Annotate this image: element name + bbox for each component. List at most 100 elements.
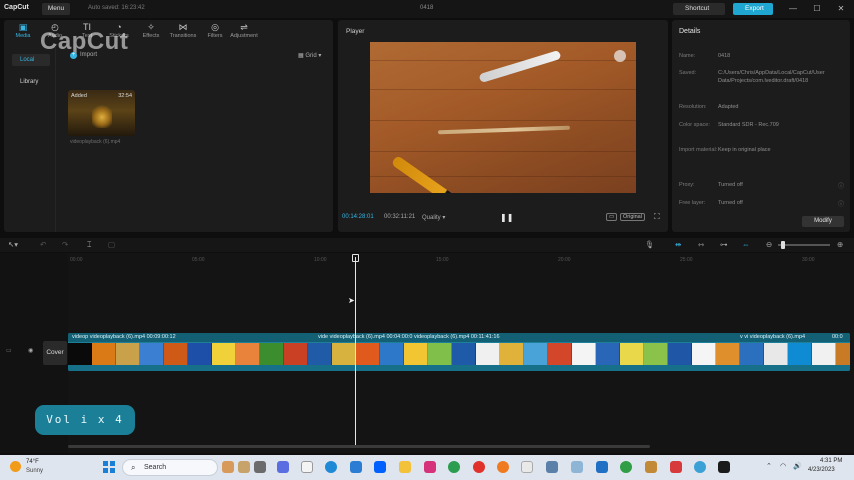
clip-label: videop videoplayback (6).mp4 00:09:00:12 (72, 334, 176, 340)
grid-view-select[interactable]: ▦ Grid ▾ (298, 52, 321, 59)
app-icon[interactable] (301, 461, 313, 473)
preview-axis-icon[interactable]: ⇔ (742, 240, 750, 249)
detail-label-free-layer: Free layer: (679, 200, 706, 206)
clock-date[interactable]: 4/23/2023 (808, 467, 835, 473)
tab-adjustment[interactable]: ⇌ Adjustment (226, 22, 262, 42)
network-icon[interactable]: ◠ (780, 462, 786, 470)
clock-time[interactable]: 4:31 PM (820, 458, 842, 464)
shortcut-button[interactable]: Shortcut (673, 3, 725, 15)
chrome-icon[interactable] (620, 461, 632, 473)
dropbox-icon[interactable] (374, 461, 386, 473)
tab-media[interactable]: ▣ Media (8, 22, 38, 42)
zoom-slider[interactable] (778, 244, 830, 246)
clip-label: 00:0 (832, 334, 843, 340)
search-icon: ⌕ (131, 463, 136, 472)
media-duration: 32:54 (118, 93, 132, 99)
sun-icon (10, 461, 21, 472)
fullscreen-icon[interactable]: ⛶ (654, 212, 660, 222)
sidebar-item-library[interactable]: Library (12, 76, 50, 88)
teams-icon[interactable] (277, 461, 289, 473)
playhead[interactable] (355, 257, 356, 445)
weather-condition: Sunny (26, 468, 44, 474)
detail-value-proxy: Turned off (718, 182, 743, 188)
transitions-icon: ⋈ (178, 22, 188, 32)
task-view-icon[interactable] (254, 461, 266, 473)
app-icon[interactable] (473, 461, 485, 473)
zoom-out-icon[interactable]: ⊖ (766, 240, 772, 249)
info-icon[interactable]: ⓘ (838, 181, 844, 190)
app-icon[interactable] (670, 461, 682, 473)
info-icon[interactable]: ⓘ (838, 199, 844, 208)
outlook-icon[interactable] (350, 461, 362, 473)
clip-frame-thumbnail (404, 343, 428, 365)
import-button[interactable]: + Import (70, 52, 97, 59)
original-ratio-button[interactable]: Original (620, 213, 645, 221)
menu-button[interactable]: Menu (42, 3, 70, 15)
media-thumbnail[interactable]: Added 32:54 (68, 90, 135, 136)
detail-value-saved: C:/Users/Chris/AppData/Local/CapCut/User… (718, 70, 825, 84)
settings-icon[interactable] (546, 461, 558, 473)
edge-icon[interactable] (325, 461, 337, 473)
file-explorer-icon[interactable] (399, 461, 411, 473)
link-main-track-icon[interactable]: ⇹ (675, 240, 681, 249)
linkage-icon[interactable]: ⊶ (720, 240, 728, 249)
orange-pen (390, 154, 488, 193)
video-clip[interactable]: videop videoplayback (6).mp4 00:09:00:12… (68, 333, 850, 371)
volume-icon[interactable]: 🔊 (793, 462, 802, 470)
modify-button[interactable]: Modify (802, 216, 844, 227)
pencil (437, 125, 571, 135)
zoom-in-icon[interactable]: ⊕ (837, 240, 843, 249)
plus-icon: + (70, 52, 77, 59)
zoom-slider-handle[interactable] (781, 241, 785, 249)
tab-effects[interactable]: ✧ Effects (136, 22, 166, 42)
thumbnail-image (92, 104, 112, 128)
taskbar-search[interactable]: ⌕ Search (122, 459, 218, 476)
ratio-button[interactable]: ▭ (606, 213, 618, 221)
clip-frame-thumbnail (380, 343, 404, 365)
app-icon[interactable] (448, 461, 460, 473)
split-icon[interactable]: ⌶ (87, 240, 92, 250)
app-icon[interactable] (571, 461, 583, 473)
minimize-button[interactable]: — (786, 3, 800, 15)
sidebar-item-local[interactable]: Local (12, 54, 50, 66)
track-lock-icon[interactable]: ▭ (6, 347, 12, 354)
app-icon[interactable] (521, 461, 533, 473)
undo-icon[interactable]: ↶ (40, 240, 46, 249)
tab-transitions[interactable]: ⋈ Transitions (168, 22, 198, 42)
app-icon[interactable] (596, 461, 608, 473)
tab-label: Media (15, 33, 31, 39)
capcut-icon[interactable] (718, 461, 730, 473)
maximize-button[interactable]: ☐ (810, 3, 824, 15)
ruler-tick: 00:00 (70, 257, 83, 263)
quality-select[interactable]: Quality ▾ (422, 214, 445, 221)
timeline-scrollbar[interactable] (68, 445, 650, 448)
clip-frame-thumbnail (788, 343, 812, 365)
clip-frame-thumbnail (236, 343, 260, 365)
close-button[interactable]: ✕ (834, 3, 848, 15)
detail-value-name: 0418 (718, 53, 731, 59)
app-icon[interactable] (645, 461, 657, 473)
pinned-app-icon[interactable] (238, 461, 250, 473)
instagram-icon[interactable] (424, 461, 436, 473)
select-tool-icon[interactable]: ↖▾ (8, 240, 18, 249)
clip-frame-thumbnail (836, 343, 850, 365)
pause-button[interactable]: ❚❚ (500, 213, 513, 222)
cover-button[interactable]: Cover (43, 341, 67, 365)
media-sidebar: Local Library (4, 46, 56, 232)
export-button[interactable]: Export (733, 3, 773, 15)
auto-snap-icon[interactable]: ⇿ (698, 240, 704, 249)
app-icon[interactable] (694, 461, 706, 473)
mouse-cursor-icon: ➤ (348, 296, 355, 305)
microphone-icon[interactable]: 🎙 (645, 240, 655, 249)
windows-start-icon[interactable] (103, 461, 115, 473)
track-visibility-icon[interactable]: ◉ (28, 347, 33, 354)
chevron-up-icon[interactable]: ⌃ (766, 462, 772, 470)
clip-frame-thumbnail (476, 343, 500, 365)
delete-icon[interactable]: ▢ (108, 240, 115, 249)
app-icon[interactable] (497, 461, 509, 473)
redo-icon[interactable]: ↷ (62, 240, 68, 249)
video-preview[interactable] (370, 42, 636, 193)
clip-frame-thumbnail (500, 343, 524, 365)
pinned-app-icon[interactable] (222, 461, 234, 473)
white-pen (478, 49, 562, 84)
